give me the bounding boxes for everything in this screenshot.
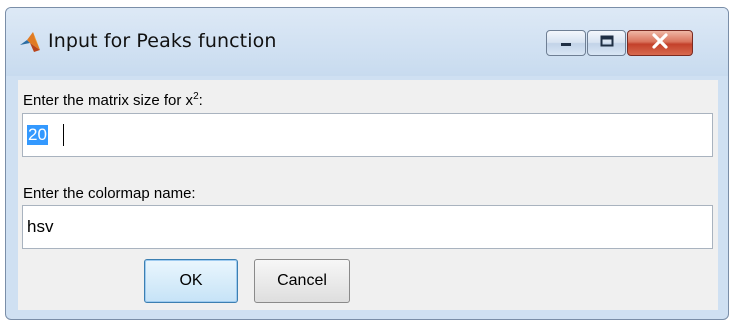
minimize-icon	[559, 34, 573, 52]
window-title: Input for Peaks function	[48, 30, 277, 52]
matrix-size-value: 20	[27, 125, 48, 145]
matrix-size-input[interactable]: 20	[22, 113, 713, 157]
close-icon	[651, 32, 669, 54]
maximize-button[interactable]	[587, 30, 626, 56]
matrix-size-label: Enter the matrix size for x2:	[23, 91, 203, 109]
colormap-input[interactable]: hsv	[22, 205, 713, 249]
dialog-window: Input for Peaks function Enter the matri…	[5, 7, 729, 320]
matrix-size-label-colon: :	[198, 92, 203, 109]
colormap-label: Enter the colormap name:	[23, 185, 196, 202]
colormap-value: hsv	[27, 217, 54, 236]
text-caret	[63, 124, 64, 146]
cancel-button[interactable]: Cancel	[254, 259, 350, 303]
maximize-icon	[600, 34, 614, 52]
ok-button[interactable]: OK	[144, 259, 238, 303]
matlab-membrane-icon	[18, 30, 42, 54]
minimize-button[interactable]	[546, 30, 586, 56]
close-button[interactable]	[627, 30, 693, 56]
matrix-size-label-text: Enter the matrix size for x	[23, 92, 194, 109]
title-bar[interactable]: Input for Peaks function	[6, 8, 728, 76]
